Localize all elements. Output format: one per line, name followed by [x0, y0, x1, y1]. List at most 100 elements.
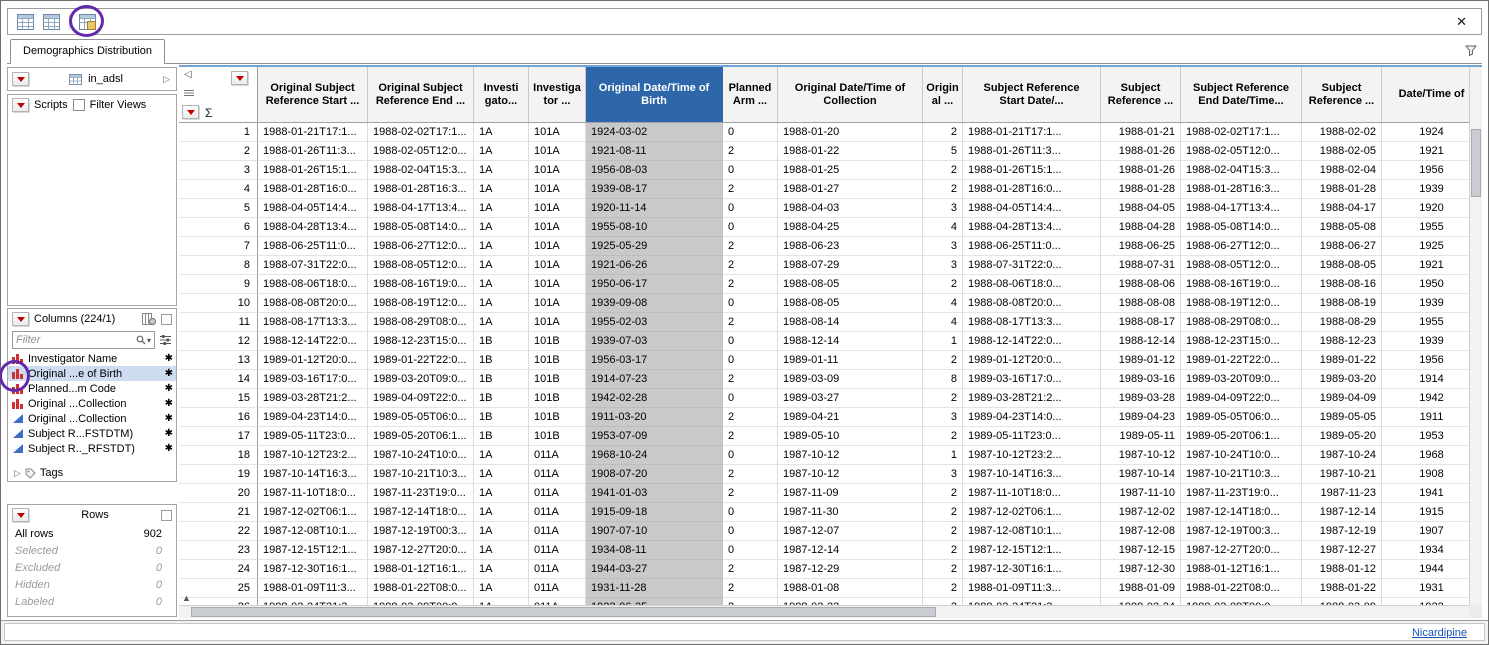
table-cell[interactable]: 1988-01-28T16:0... [258, 180, 368, 199]
table-cell[interactable]: 1988-01-22 [778, 142, 923, 161]
table-cell[interactable]: 101B [529, 389, 586, 408]
table-cell[interactable]: 1988-02-24T21:3... [258, 598, 368, 605]
table-cell[interactable]: 1988-08-05T12:0... [1181, 256, 1302, 275]
data-table-icon[interactable] [17, 14, 34, 30]
table-cell[interactable]: 0 [723, 332, 778, 351]
table-cell[interactable]: 1988-08-16 [1302, 275, 1382, 294]
row-number-cell[interactable]: 2 [179, 142, 258, 161]
table-cell[interactable]: 1968-10-24 [586, 446, 723, 465]
table-cell[interactable]: 2 [923, 389, 963, 408]
table-cell[interactable]: 1987-10-14T16:3... [258, 465, 368, 484]
columns-header-menu-button[interactable] [231, 71, 248, 85]
table-cell[interactable]: 1989-01-11 [778, 351, 923, 370]
column-header[interactable]: Planned Arm ... [723, 67, 778, 122]
table-cell[interactable]: 1988-02-02 [1302, 123, 1382, 142]
table-cell[interactable]: 2 [923, 275, 963, 294]
table-cell[interactable]: 1907-07-10 [586, 522, 723, 541]
table-cell[interactable]: 1988-01-21T17:1... [963, 123, 1101, 142]
table-cell[interactable]: 1914-07-23 [586, 370, 723, 389]
table-cell[interactable]: 1907 [1382, 522, 1469, 541]
row-number-cell[interactable]: 13 [179, 351, 258, 370]
row-number-cell[interactable]: 17 [179, 427, 258, 446]
scripts-menu-button[interactable] [12, 98, 29, 112]
table-cell[interactable]: 1920 [1382, 199, 1469, 218]
table-cell[interactable]: 1988-08-29T08:0... [368, 313, 474, 332]
scroll-up-marker[interactable]: ▲ [182, 593, 191, 603]
rows-header-menu-button[interactable] [182, 105, 199, 119]
table-cell[interactable]: 101A [529, 123, 586, 142]
table-cell[interactable]: 1989-03-09 [778, 370, 923, 389]
table-cell[interactable]: 1988-01-08 [778, 579, 923, 598]
table-cell[interactable]: 1988-07-31T22:0... [963, 256, 1101, 275]
table-cell[interactable]: 1A [474, 522, 529, 541]
table-cell[interactable]: 1939 [1382, 294, 1469, 313]
columns-filter-field[interactable] [16, 334, 136, 346]
table-cell[interactable]: 1B [474, 427, 529, 446]
table-cell[interactable]: 0 [723, 541, 778, 560]
table-cell[interactable]: 1988-08-08 [1101, 294, 1181, 313]
table-cell[interactable]: 1987-12-30 [1101, 560, 1181, 579]
table-cell[interactable]: 1988-01-09T11:3... [963, 579, 1101, 598]
table-cell[interactable]: 1A [474, 199, 529, 218]
table-cell[interactable]: 1987-12-14 [778, 541, 923, 560]
horizontal-scrollbar[interactable] [179, 605, 1469, 618]
column-header[interactable]: Original Subject Reference End ... [368, 67, 474, 122]
table-cell[interactable]: 1987-12-08T10:1... [258, 522, 368, 541]
column-header[interactable]: Original Date/Time of Collection [778, 67, 923, 122]
table-cell[interactable]: 1988-08-29 [1302, 313, 1382, 332]
table-cell[interactable]: 1987-12-02T06:1... [963, 503, 1101, 522]
table-cell[interactable]: 1989-05-11T23:0... [258, 427, 368, 446]
table-cell[interactable]: 101A [529, 199, 586, 218]
column-header[interactable]: Investi gato... [474, 67, 529, 122]
table-cell[interactable]: 1988-06-27 [1302, 237, 1382, 256]
table-cell[interactable]: 4 [923, 313, 963, 332]
table-cell[interactable]: 1988-08-05 [778, 275, 923, 294]
table-cell[interactable]: 1988-01-28T16:3... [368, 180, 474, 199]
table-cell[interactable]: 1987-12-15 [1101, 541, 1181, 560]
table-cell[interactable]: 1989-03-16 [1101, 370, 1181, 389]
table-cell[interactable]: 1989-04-09T22:0... [1181, 389, 1302, 408]
table-cell[interactable]: 1987-12-27T20:0... [368, 541, 474, 560]
table-cell[interactable]: 011A [529, 503, 586, 522]
table-cell[interactable]: 1988-08-16T19:0... [368, 275, 474, 294]
table-cell[interactable]: 5 [923, 142, 963, 161]
table-cell[interactable]: 1988-01-22 [1302, 579, 1382, 598]
table-cell[interactable]: 1988-07-31 [1101, 256, 1181, 275]
table-cell[interactable]: 2 [723, 427, 778, 446]
table-cell[interactable]: 1988-01-09T11:3... [258, 579, 368, 598]
row-number-cell[interactable]: 6 [179, 218, 258, 237]
row-number-cell[interactable]: 1 [179, 123, 258, 142]
table-cell[interactable]: 2 [923, 161, 963, 180]
table-cell[interactable]: 1988-01-28T16:3... [1181, 180, 1302, 199]
table-cell[interactable]: 1942-02-28 [586, 389, 723, 408]
expand-table-panel-icon[interactable]: ▷ [163, 74, 170, 85]
table-cell[interactable]: 1988-05-08 [1302, 218, 1382, 237]
filter-views-checkbox[interactable] [73, 99, 85, 111]
table-cell[interactable]: 1944 [1382, 560, 1469, 579]
collapse-columns-icon[interactable]: ◁ [184, 69, 192, 80]
table-cell[interactable]: 1988-01-21T17:1... [258, 123, 368, 142]
table-cell[interactable]: 1 [923, 446, 963, 465]
filter-funnel-icon[interactable] [1465, 45, 1477, 56]
table-cell[interactable]: 1989-01-22T22:0... [1181, 351, 1302, 370]
table-cell[interactable]: 1921-06-26 [586, 256, 723, 275]
table-cell[interactable]: 1931 [1382, 579, 1469, 598]
table-cell[interactable]: 0 [723, 351, 778, 370]
table-cell[interactable]: 1988-01-28 [1101, 180, 1181, 199]
table-cell[interactable]: 2 [923, 579, 963, 598]
table-cell[interactable]: 1B [474, 370, 529, 389]
table-cell[interactable]: 1989-05-05T06:0... [1181, 408, 1302, 427]
table-cell[interactable]: 1988-01-22T08:0... [368, 579, 474, 598]
table-cell[interactable]: 2 [723, 313, 778, 332]
table-cell[interactable]: 1987-10-21 [1302, 465, 1382, 484]
table-cell[interactable]: 1988-01-28T16:0... [963, 180, 1101, 199]
row-number-cell[interactable]: 3 [179, 161, 258, 180]
table-cell[interactable]: 1920-11-14 [586, 199, 723, 218]
table-cell[interactable]: 1989-04-09T22:0... [368, 389, 474, 408]
table-cell[interactable]: 1989-01-12T20:0... [963, 351, 1101, 370]
table-cell[interactable]: 1987-10-21T10:3... [368, 465, 474, 484]
table-cell[interactable]: 1911-03-20 [586, 408, 723, 427]
table-cell[interactable]: 1953-07-09 [586, 427, 723, 446]
table-cell[interactable]: 1989-05-05T06:0... [368, 408, 474, 427]
nicardipine-link[interactable]: Nicardipine [1412, 627, 1467, 639]
